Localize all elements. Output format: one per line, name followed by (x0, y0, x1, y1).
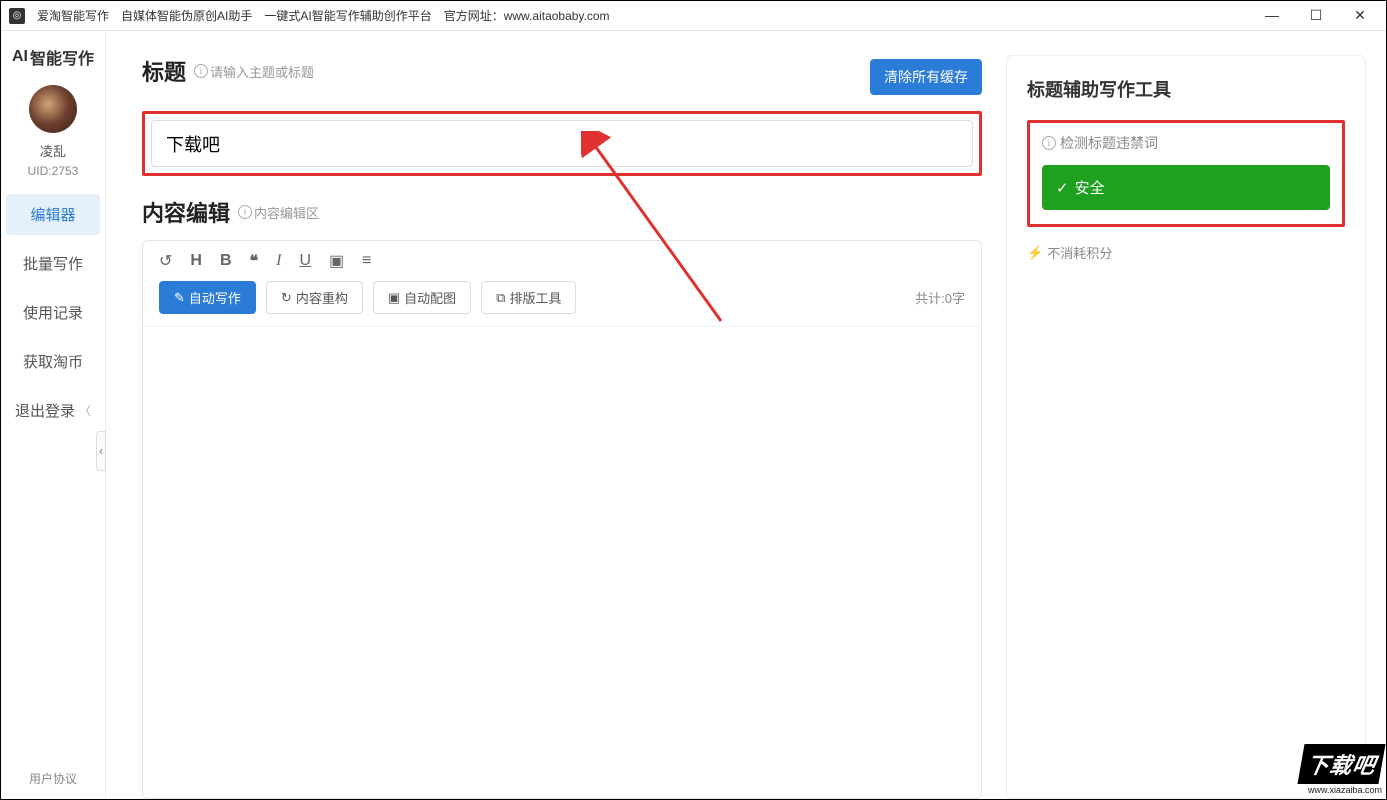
app-icon: ◎ (9, 8, 25, 24)
info-icon: i (238, 205, 252, 219)
logo-text: 智能写作 (30, 45, 94, 69)
content-hint: i 内容编辑区 (238, 203, 319, 222)
auto-image-button[interactable]: ▣ 自动配图 (373, 281, 471, 314)
undo-icon[interactable]: ↺ (159, 251, 172, 271)
check-label: i 检测标题违禁词 (1042, 133, 1330, 153)
check-icon (1056, 179, 1069, 197)
window-controls: — ☐ ✕ (1262, 7, 1378, 24)
sidebar-item-logout[interactable]: 退出登录 〈 (6, 390, 100, 431)
right-panel-heading: 标题辅助写作工具 (1027, 76, 1345, 102)
title-heading: 标题 i 请输入主题或标题 (142, 55, 314, 87)
auto-write-button[interactable]: ✎ 自动写作 (159, 281, 256, 314)
chevron-left-icon: 〈 (79, 402, 91, 419)
title-input-highlight (142, 111, 982, 176)
word-count: 共计:0字 (915, 288, 965, 307)
username: 凌乱 (40, 141, 66, 160)
logo-prefix: AI (12, 48, 28, 66)
restructure-button[interactable]: ↻ 内容重构 (266, 281, 363, 314)
refresh-icon: ↻ (281, 290, 292, 306)
safe-status: 安全 (1042, 165, 1330, 210)
minimize-button[interactable]: — (1262, 7, 1282, 24)
editor-toolbar: ↺ H B ❝ I U ▣ ≡ (143, 241, 981, 281)
app-subtitle: 自媒体智能伪原创AI助手 一键式AI智能写作辅助创作平台 (121, 7, 432, 24)
sidebar-item-history[interactable]: 使用记录 (6, 292, 100, 333)
user-agreement-link[interactable]: 用户协议 (29, 770, 77, 787)
content-heading: 内容编辑 i 内容编辑区 (142, 196, 982, 228)
info-icon: i (1042, 136, 1056, 150)
info-icon: i (194, 64, 208, 78)
sidebar-item-editor[interactable]: 编辑器 (6, 194, 100, 235)
avatar[interactable] (29, 85, 77, 133)
titlebar: ◎ 爱淘智能写作 自媒体智能伪原创AI助手 一键式AI智能写作辅助创作平台 官方… (1, 1, 1386, 31)
clear-cache-button[interactable]: 清除所有缓存 (870, 59, 982, 95)
image-icon[interactable]: ▣ (329, 251, 344, 271)
sidebar: AI 智能写作 凌乱 UID:2753 编辑器 批量写作 使用记录 获取淘币 退… (1, 31, 106, 799)
title-input[interactable] (151, 120, 973, 167)
layout-icon: ⧉ (496, 290, 505, 306)
check-highlight: i 检测标题违禁词 安全 (1027, 120, 1345, 227)
sidebar-item-batch[interactable]: 批量写作 (6, 243, 100, 284)
bold-icon[interactable]: B (220, 252, 232, 270)
underline-icon[interactable]: U (299, 252, 311, 270)
editor-box: ↺ H B ❝ I U ▣ ≡ ✎ 自动写作 (142, 240, 982, 799)
app-name: 爱淘智能写作 (37, 7, 109, 24)
right-panel: 标题辅助写作工具 i 检测标题违禁词 安全 不消耗积分 (1006, 55, 1366, 799)
official-site: 官方网址：www.aitaobaby.com (444, 7, 610, 24)
title-hint: i 请输入主题或标题 (194, 62, 314, 81)
quote-icon[interactable]: ❝ (250, 251, 259, 271)
bolt-icon (1027, 245, 1043, 261)
picture-icon: ▣ (388, 290, 400, 306)
maximize-button[interactable]: ☐ (1306, 7, 1326, 24)
sidebar-collapse-handle[interactable]: ‹ (96, 431, 106, 471)
heading-icon[interactable]: H (190, 252, 202, 270)
italic-icon[interactable]: I (276, 252, 281, 270)
pencil-icon: ✎ (174, 290, 185, 306)
points-note: 不消耗积分 (1027, 243, 1345, 262)
close-button[interactable]: ✕ (1350, 7, 1370, 24)
sidebar-item-coins[interactable]: 获取淘币 (6, 341, 100, 382)
logo: AI 智能写作 (12, 39, 94, 85)
uid: UID:2753 (28, 164, 79, 178)
align-icon[interactable]: ≡ (362, 252, 371, 270)
editor-textarea[interactable] (143, 327, 981, 798)
editor-action-row: ✎ 自动写作 ↻ 内容重构 ▣ 自动配图 ⧉ 排 (143, 281, 981, 327)
layout-tool-button[interactable]: ⧉ 排版工具 (481, 281, 576, 314)
